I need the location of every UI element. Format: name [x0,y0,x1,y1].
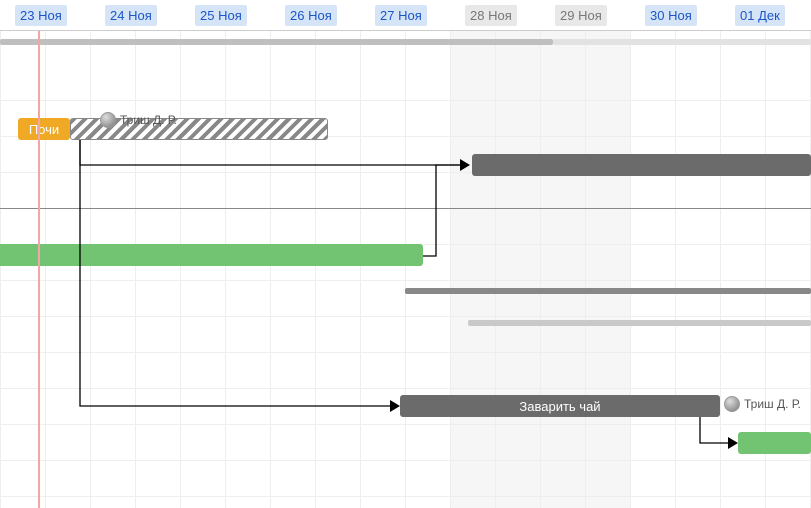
gridline-minor [135,30,136,508]
gridline [450,30,451,508]
gridline-minor [405,30,406,508]
summary-light [553,39,811,45]
assignee-name: Триш Д. Р. [120,113,177,127]
gridline-minor [675,30,676,508]
date-label[interactable]: 24 Ноя [105,5,157,26]
gridline-minor [495,30,496,508]
today-marker [38,30,40,508]
date-column[interactable]: 25 Ноя [195,0,247,30]
arrowhead-icon [390,400,400,412]
date-column[interactable]: 27 Ноя [375,0,427,30]
progress-bar-light[interactable] [468,320,811,326]
date-column[interactable]: 28 Ноя [465,0,517,30]
date-label[interactable]: 25 Ноя [195,5,247,26]
progress-bar-dark[interactable] [405,288,811,294]
rowline [0,424,811,425]
date-label[interactable]: 28 Ноя [465,5,517,26]
gridline [630,30,631,508]
assignee-chip[interactable]: Триш Д. Р. [724,396,801,412]
assignee-chip[interactable]: Триш Д. Р. [100,112,177,128]
timeline-header: 23 Ноя 24 Ноя 25 Ноя 26 Ноя 27 Ноя 28 Но… [0,0,811,31]
rowline [0,280,811,281]
avatar-icon [724,396,740,412]
task-bar-brew-tea[interactable]: Заварить чай [400,395,720,417]
rowline [0,208,811,209]
gridline [360,30,361,508]
date-label[interactable]: 29 Ноя [555,5,607,26]
arrowhead-icon [728,437,738,449]
task-label: Заварить чай [519,399,600,414]
rowline [0,100,811,101]
gridline-minor [585,30,586,508]
gridline [540,30,541,508]
rowline [0,316,811,317]
date-label[interactable]: 26 Ноя [285,5,337,26]
assignee-name: Триш Д. Р. [744,397,801,411]
task-bar-pochi[interactable]: Почи [18,118,70,140]
date-column[interactable]: 23 Ноя [15,0,67,30]
rowline [0,496,811,497]
gridline-minor [225,30,226,508]
rowline [0,352,811,353]
task-bar-green-2[interactable] [738,432,811,454]
date-label[interactable]: 30 Ноя [645,5,697,26]
date-column[interactable]: 29 Ноя [555,0,607,30]
avatar-icon [100,112,116,128]
task-label: Почи [29,122,59,137]
date-column[interactable]: 30 Ноя [645,0,697,30]
rowline [0,460,811,461]
date-column[interactable]: 01 Дек [735,0,785,30]
date-column[interactable]: 24 Ноя [105,0,157,30]
rowline [0,388,811,389]
date-label[interactable]: 01 Дек [735,5,785,26]
gridline [180,30,181,508]
date-label[interactable]: 27 Ноя [375,5,427,26]
gridline [90,30,91,508]
summary-strip [0,39,811,45]
gridline [720,30,721,508]
arrowhead-icon [460,159,470,171]
summary-dark [0,39,553,45]
task-bar-grey-1[interactable] [472,154,811,176]
gantt-chart[interactable]: 23 Ноя 24 Ноя 25 Ноя 26 Ноя 27 Ноя 28 Но… [0,0,811,508]
task-bar-green-1[interactable] [0,244,423,266]
date-column[interactable]: 26 Ноя [285,0,337,30]
gridline [270,30,271,508]
date-label[interactable]: 23 Ноя [15,5,67,26]
gridline-minor [45,30,46,508]
gridline-minor [315,30,316,508]
gridline [0,30,1,508]
